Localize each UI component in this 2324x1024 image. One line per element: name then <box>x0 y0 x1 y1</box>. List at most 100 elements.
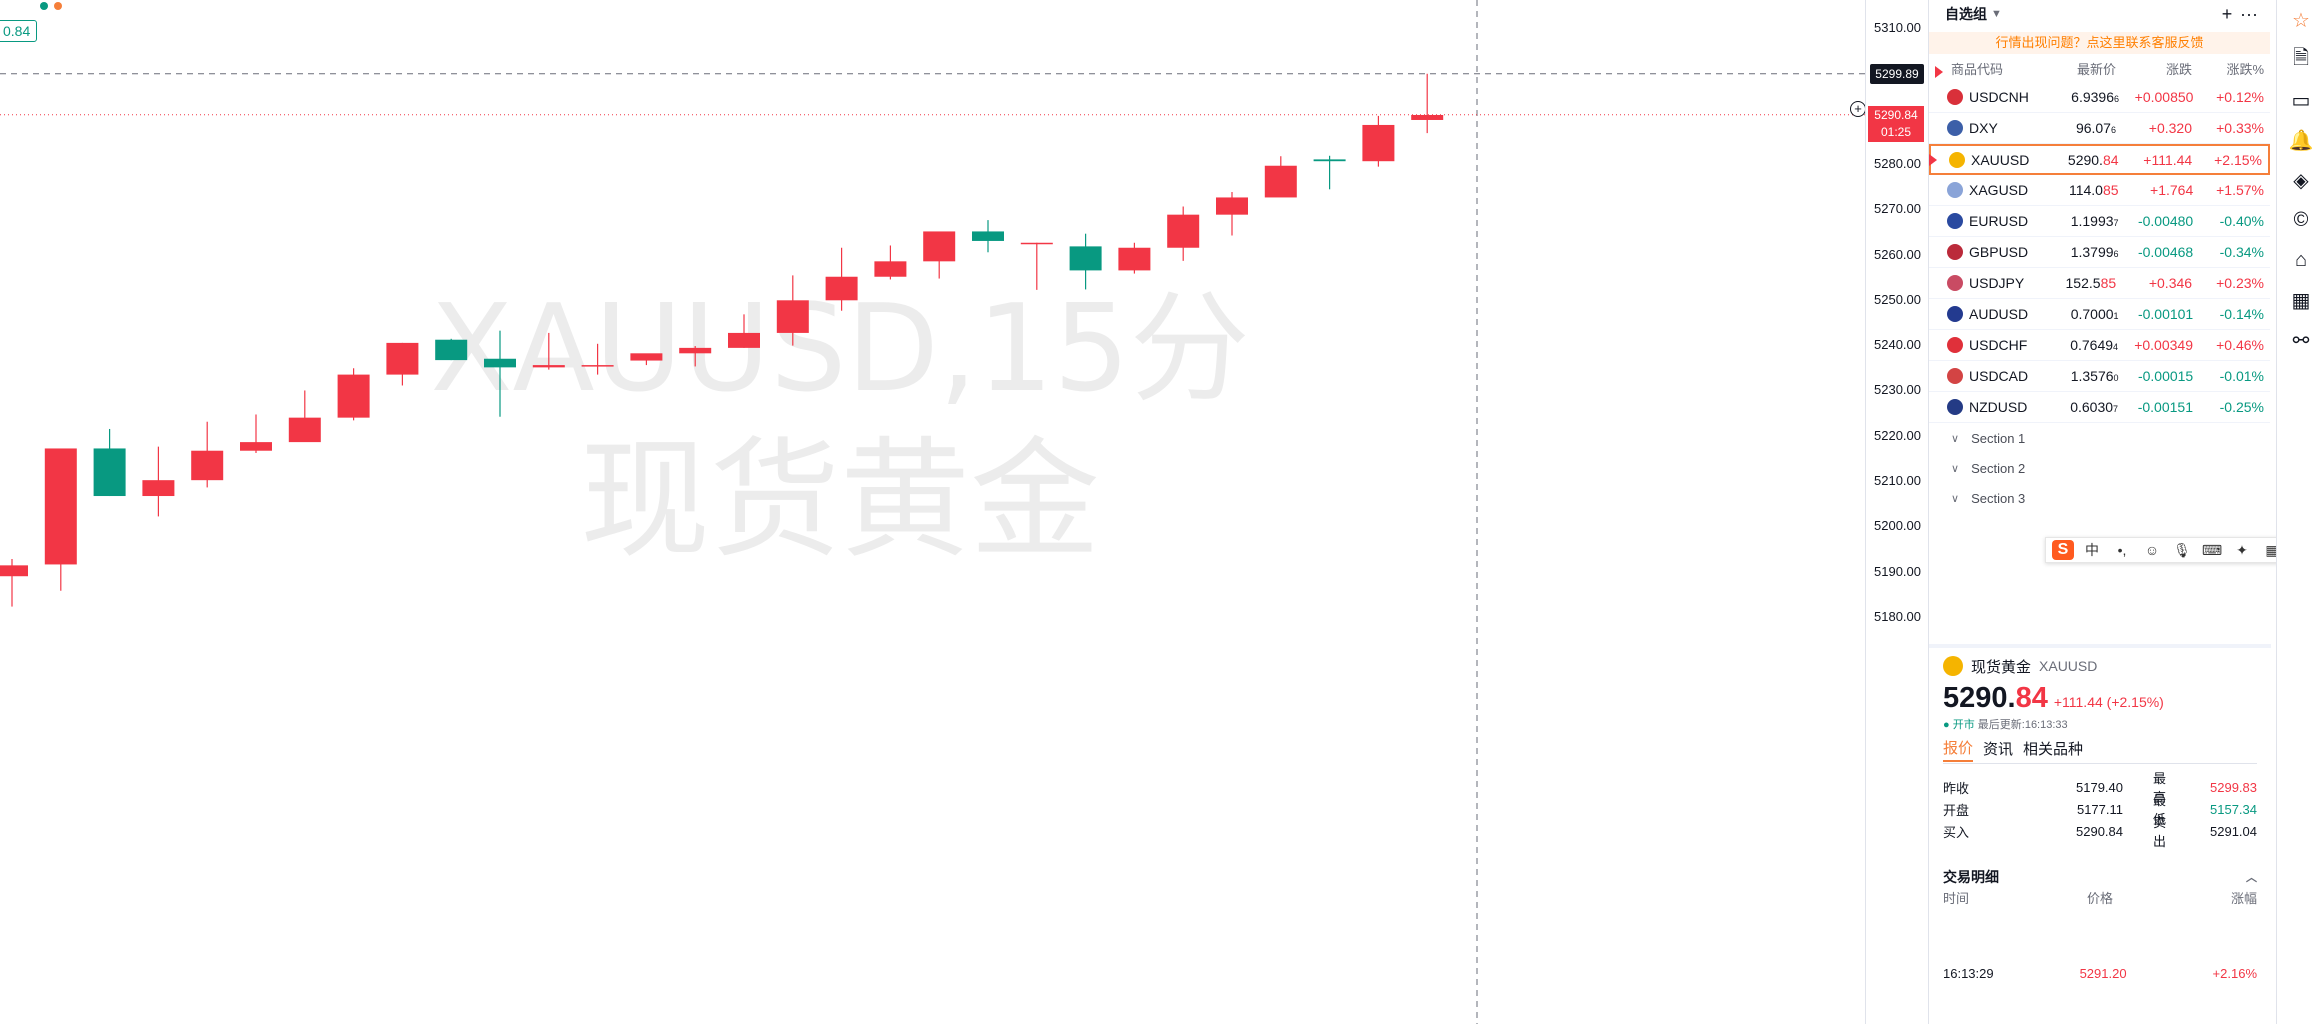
row-last: 152.585 <box>2024 275 2117 291</box>
feedback-notice[interactable]: 行情出现问题？点这里联系客服反馈 <box>1929 32 2270 54</box>
price-tick: 5240.00 <box>1874 337 1921 353</box>
add-icon[interactable]: + <box>2216 4 2238 25</box>
detail-tab[interactable]: 报价 <box>1943 737 1974 762</box>
price-tick: 5200.00 <box>1874 518 1921 534</box>
candle-body <box>679 347 712 354</box>
row-symbol: USDCAD <box>1969 368 2029 384</box>
watchlist-title[interactable]: 自选组 <box>1945 4 1987 24</box>
col-pct[interactable]: 涨跌% <box>2192 59 2264 78</box>
right-toolbar: ☆ 🗎 ▭ 🔔 ◈ © ⌂ ▦ ⚯ <box>2276 0 2324 1024</box>
chevron-up-icon[interactable]: ︿ <box>2246 869 2257 885</box>
skin-icon[interactable]: ✦ <box>2230 542 2254 559</box>
watchlist-row-usdjpy[interactable]: USDJPY 152.585 +0.346 +0.23% <box>1929 268 2270 299</box>
section-label: Section 2 <box>1971 460 2026 476</box>
price-axis[interactable]: 5310.005300.005290.005280.005270.005260.… <box>1865 0 1925 1024</box>
col-symbol[interactable]: 商品代码 <box>1951 62 2003 77</box>
watchlist-row-eurusd[interactable]: EURUSD 1.19937 -0.00480 -0.40% <box>1929 206 2270 237</box>
candle-body <box>923 231 956 262</box>
keyboard-icon[interactable]: ⌨ <box>2200 542 2224 559</box>
candle-body <box>44 448 77 565</box>
chevron-down-icon: ∨ <box>1951 432 1960 445</box>
watchlist-row-gbpusd[interactable]: GBPUSD 1.37996 -0.00468 -0.34% <box>1929 237 2270 268</box>
row-change: +111.44 <box>2143 151 2193 168</box>
chevron-down-icon[interactable]: ▼ <box>1991 8 2002 20</box>
watchlist-row-xagusd[interactable]: XAGUSD 114.085 +1.764 +1.57% <box>1929 175 2270 206</box>
watchlist-section[interactable]: ∨ Section 3 <box>1929 483 2270 513</box>
row-symbol: XAUUSD <box>1971 151 2030 168</box>
candle-body <box>1167 214 1200 248</box>
row-last: 96.076 <box>2024 120 2116 136</box>
candle-body <box>288 417 321 443</box>
stat-value-2: 5291.04 <box>2210 823 2257 839</box>
row-change: -0.00015 <box>2137 368 2194 384</box>
watchlist-row-xauusd[interactable]: XAUUSD 5290.84 +111.44 +2.15% <box>1929 144 2270 175</box>
watchlist-row-audusd[interactable]: AUDUSD 0.70001 -0.00101 -0.14% <box>1929 299 2270 330</box>
row-symbol: EURUSD <box>1969 213 2029 229</box>
candle-body <box>0 565 28 577</box>
price-tick: 5210.00 <box>1874 473 1921 489</box>
detail-tab[interactable]: 资讯 <box>1983 738 2013 761</box>
col-last[interactable]: 最新价 <box>2024 59 2116 78</box>
panel-divider[interactable] <box>1929 644 2271 648</box>
row-last-main: 1.3799 <box>2070 244 2114 260</box>
circle-c-icon[interactable]: © <box>2277 200 2324 240</box>
candle-body <box>825 276 858 301</box>
stat-value: 5179.40 <box>2076 779 2123 795</box>
detail-tabs: 报价 资讯 相关品种 <box>1943 736 2257 764</box>
trades-section-header[interactable]: 交易明细 ︿ <box>1943 866 2257 888</box>
candle-body <box>484 358 516 368</box>
detail-tab[interactable]: 相关品种 <box>2023 738 2083 761</box>
share-icon[interactable]: ⚯ <box>2277 320 2324 360</box>
watchlist-row-usdcnh[interactable]: USDCNH 6.93966 +0.00850 +0.12% <box>1929 82 2270 113</box>
price-tick: 5190.00 <box>1874 563 1921 579</box>
watchlist-row-usdcad[interactable]: USDCAD 1.35760 -0.00015 -0.01% <box>1929 361 2270 392</box>
row-last: 1.35760 <box>2028 368 2119 384</box>
table-icon[interactable]: ▦ <box>2277 280 2324 320</box>
graduation-icon[interactable]: ⌂ <box>2277 240 2324 280</box>
row-last-main: 1.1993 <box>2070 213 2114 229</box>
row-change: +0.00349 <box>2134 337 2193 353</box>
watchlist-row-nzdusd[interactable]: NZDUSD 0.60307 -0.00151 -0.25% <box>1929 392 2270 423</box>
watchlist-section[interactable]: ∨ Section 2 <box>1929 453 2270 483</box>
price-tick: 5310.00 <box>1874 20 1921 35</box>
chart-legend <box>0 0 62 12</box>
row-change: -0.00468 <box>2137 244 2194 260</box>
row-pct: +1.57% <box>2216 182 2264 198</box>
document-icon[interactable]: 🗎 <box>2277 40 2324 80</box>
xauusd-flag-icon <box>1949 151 1965 168</box>
watchlist-row-usdchf[interactable]: USDCHF 0.76494 +0.00349 +0.46% <box>1929 330 2270 361</box>
emoji-icon[interactable]: ☺ <box>2140 542 2164 558</box>
row-pct: +0.46% <box>2216 337 2264 353</box>
row-symbol: GBPUSD <box>1969 244 2029 260</box>
row-change: +0.00850 <box>2134 89 2194 105</box>
col-change[interactable]: 涨跌 <box>2116 59 2192 78</box>
candle-body <box>776 300 809 333</box>
watchlist-star-icon[interactable]: ☆ <box>2277 0 2324 40</box>
calendar-icon[interactable]: ▭ <box>2277 80 2324 120</box>
usdchf-flag-icon <box>1947 337 1963 353</box>
watchlist-section[interactable]: ∨ Section 1 <box>1929 423 2270 453</box>
trade-row: 16:13:29 5291.20 +2.16% <box>1943 966 2257 984</box>
candlestick-chart[interactable]: XAUUSD,15分现货黄金 <box>0 0 1865 1024</box>
row-last: 6.93966 <box>2029 89 2119 105</box>
bell-icon[interactable]: 🔔 <box>2277 120 2324 160</box>
candle-body <box>1362 124 1395 162</box>
more-icon[interactable]: ··· <box>2238 4 2260 25</box>
watchlist-columns: 商品代码 最新价 涨跌 涨跌% <box>1929 54 2270 82</box>
layers-icon[interactable]: ◈ <box>2277 160 2324 200</box>
row-change: -0.00151 <box>2137 399 2193 415</box>
quote-stats: 昨收 5179.40 最高 5299.83 开盘 5177.11 最低 5157.34 买入 52… <box>1943 771 2257 849</box>
ime-mode[interactable]: 中 <box>2080 540 2104 560</box>
usdcnh-flag-icon <box>1947 89 1963 105</box>
row-last: 5290.84 <box>2029 152 2119 168</box>
last-updated: 最后更新:16:13:33 <box>1977 719 2068 731</box>
microphone-icon[interactable]: 🎙 <box>2170 542 2194 559</box>
crosshair-add-icon[interactable]: + <box>1850 101 1866 117</box>
chart-area[interactable]: XAUUSD,15分 现货黄金 0.84 <box>0 0 1865 1024</box>
trades-columns: 时间 价格 涨幅 <box>1943 888 2257 906</box>
punctuation-icon[interactable]: •, <box>2110 542 2134 558</box>
crosshair-price-label: 5299.89 <box>1870 63 1924 84</box>
watchlist-row-dxy[interactable]: DXY 96.076 +0.320 +0.33% <box>1929 113 2270 144</box>
watchlist-sections: ∨ Section 1 ∨ Section 2 ∨ Section 3 <box>1929 423 2270 513</box>
candle-body <box>1313 159 1346 162</box>
